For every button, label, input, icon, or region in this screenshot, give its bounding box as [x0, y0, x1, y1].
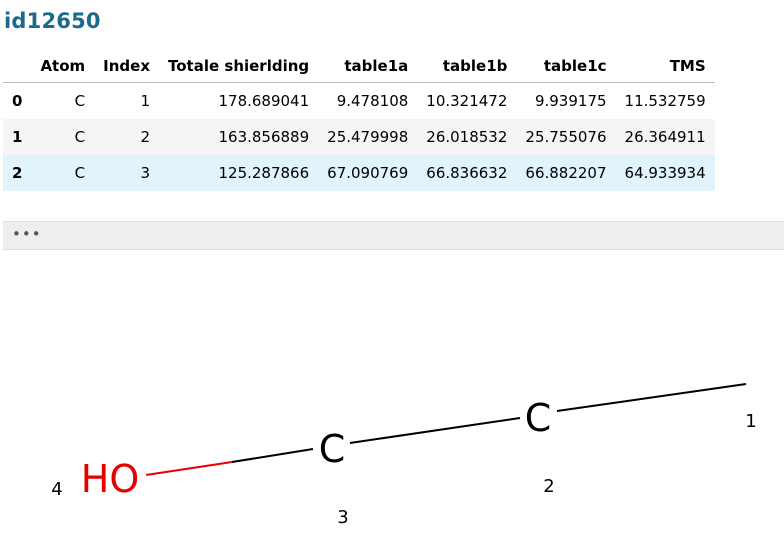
cell-table1a: 25.479998 — [327, 128, 409, 146]
cell-atom: C — [74, 128, 86, 146]
cell-table1c: 66.882207 — [525, 164, 607, 182]
column-header-atom: Atom — [31, 50, 95, 83]
bond-c3-o — [231, 448, 314, 463]
row-index: 1 — [12, 128, 23, 146]
column-header-total-shielding: Totale shierlding — [159, 50, 319, 83]
cell-index: 1 — [140, 92, 151, 110]
row-index: 0 — [12, 92, 23, 110]
cell-atom: C — [74, 92, 86, 110]
table-row: 1 C 2 163.856889 25.479998 26.018532 25.… — [3, 119, 715, 155]
cell-total-shielding: 125.287866 — [218, 164, 310, 182]
molecule-drawing: C C HO 1 2 3 4 — [51, 383, 757, 528]
cell-table1a: 67.090769 — [327, 164, 409, 182]
ellipsis-icon: ••• — [12, 225, 42, 243]
column-header-index — [3, 50, 32, 83]
atom-index-3: 3 — [337, 507, 348, 528]
column-header-tms: TMS — [615, 50, 715, 83]
table-header-row: Atom Index Totale shierlding table1a tab… — [3, 50, 715, 83]
cell-table1c: 25.755076 — [525, 128, 607, 146]
table-row: 2 C 3 125.287866 67.090769 66.836632 66.… — [3, 155, 715, 191]
atom-index-2: 2 — [543, 476, 554, 497]
bond-c2-c3 — [349, 417, 521, 444]
cell-atom: C — [74, 164, 86, 182]
column-header-index-col: Index — [94, 50, 160, 83]
column-header-table1c: table1c — [516, 50, 616, 83]
output-expander-button[interactable]: ••• — [3, 221, 784, 250]
cell-table1b: 66.836632 — [426, 164, 508, 182]
cell-table1a: 9.478108 — [336, 92, 409, 110]
column-header-table1a: table1a — [318, 50, 418, 83]
dataframe-table: Atom Index Totale shierlding table1a tab… — [3, 50, 715, 191]
cell-total-shielding: 178.689041 — [218, 92, 310, 110]
atom-label-c2: C — [525, 396, 552, 440]
page-title: id12650 — [4, 9, 101, 33]
atom-label-c3: C — [319, 427, 346, 471]
cell-table1c: 9.939175 — [534, 92, 607, 110]
bond-c1-c2 — [556, 383, 747, 412]
cell-table1b: 26.018532 — [426, 128, 508, 146]
cell-tms: 64.933934 — [624, 164, 706, 182]
column-header-table1b: table1b — [417, 50, 517, 83]
cell-index: 2 — [140, 128, 151, 146]
cell-tms: 11.532759 — [624, 92, 706, 110]
cell-table1b: 10.321472 — [426, 92, 508, 110]
atom-label-oh: HO — [81, 457, 139, 501]
bond-c3-o-oxygen-half — [145, 461, 233, 476]
atom-index-1: 1 — [745, 411, 756, 432]
cell-tms: 26.364911 — [624, 128, 706, 146]
table-row: 0 C 1 178.689041 9.478108 10.321472 9.93… — [3, 83, 715, 120]
cell-index: 3 — [140, 164, 151, 182]
row-index: 2 — [12, 164, 23, 182]
atom-index-4: 4 — [51, 479, 62, 500]
cell-total-shielding: 163.856889 — [218, 128, 310, 146]
